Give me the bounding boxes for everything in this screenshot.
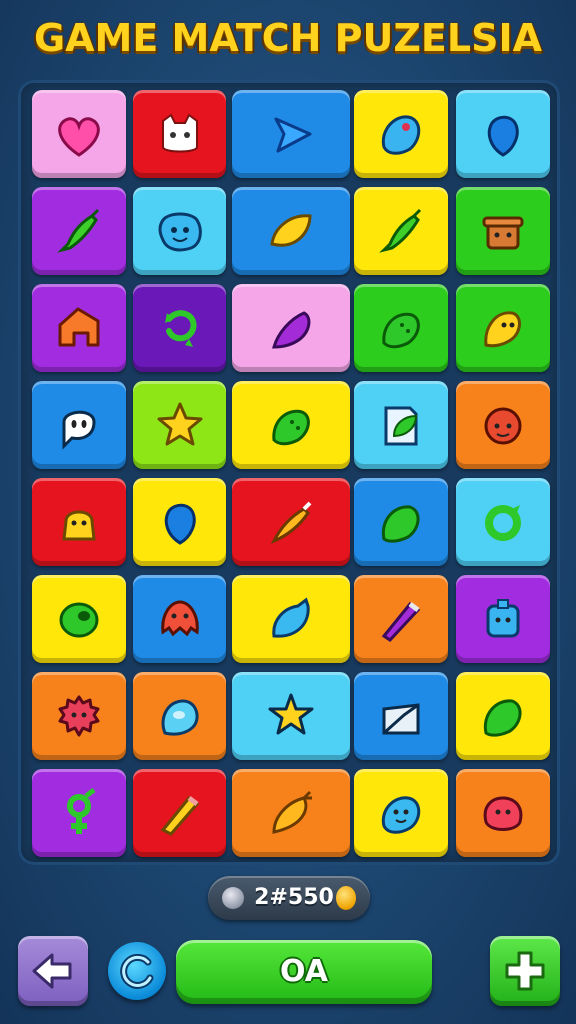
red-gear-icon <box>58 695 100 737</box>
smiley-blob-icon <box>158 212 202 252</box>
lemon-icon <box>270 214 312 247</box>
green-drop-icon <box>483 699 522 737</box>
blue-cube-icon <box>486 599 520 638</box>
yellow-bell-icon <box>62 510 96 541</box>
yellow-bird-icon <box>484 311 521 348</box>
score-display: 2#550 <box>208 876 370 920</box>
tile-r2-c3[interactable] <box>232 187 350 275</box>
tile-r1-c4[interactable] <box>354 90 448 178</box>
red-face-icon <box>484 407 522 445</box>
blue-bottle-icon <box>272 597 310 638</box>
tile-r4-c4[interactable] <box>354 381 448 469</box>
heart-icon <box>58 117 100 157</box>
carrot-icon <box>270 501 312 544</box>
tile-r8-c4[interactable] <box>354 769 448 857</box>
green-fish-icon <box>272 409 310 446</box>
tile-r7-c3[interactable] <box>232 672 350 760</box>
green-drop-icon <box>381 505 420 543</box>
pot-creature-icon <box>482 216 524 250</box>
tile-r2-c5[interactable] <box>456 187 550 275</box>
purple-crayon-icon <box>381 601 421 642</box>
tile-r6-c4[interactable] <box>354 575 448 663</box>
plus-icon <box>505 951 545 991</box>
tile-r6-c5[interactable] <box>456 575 550 663</box>
green-symbol-icon <box>67 788 96 834</box>
green-ring-icon <box>485 505 521 541</box>
tile-r7-c1[interactable] <box>32 672 126 760</box>
tile-r2-c2[interactable] <box>133 187 226 275</box>
tile-r3-c3[interactable] <box>232 284 350 372</box>
tile-r7-c5[interactable] <box>456 672 550 760</box>
green-pepper-icon <box>57 208 100 253</box>
purple-eggplant-icon <box>272 311 311 349</box>
blue-bubble-icon <box>161 699 199 736</box>
tile-r3-c5[interactable] <box>456 284 550 372</box>
green-fish-icon <box>382 312 420 349</box>
tile-r1-c1[interactable] <box>32 90 126 178</box>
cat-face-icon <box>161 113 198 153</box>
tile-r3-c1[interactable] <box>32 284 126 372</box>
tile-r3-c2[interactable] <box>133 284 226 372</box>
tile-r8-c5[interactable] <box>456 769 550 857</box>
yellow-star-icon <box>268 693 314 735</box>
tile-r2-c4[interactable] <box>354 187 448 275</box>
arrow-left-icon <box>32 953 72 989</box>
red-blob-icon <box>483 796 523 831</box>
game-board <box>18 80 560 865</box>
tile-r1-c2[interactable] <box>133 90 226 178</box>
blue-smiley-icon <box>381 796 421 834</box>
blue-drop-icon <box>164 503 196 545</box>
yellow-pencil-icon <box>160 795 199 836</box>
green-pepper-icon <box>379 208 422 253</box>
tile-r5-c3[interactable] <box>232 478 350 566</box>
blue-drop-icon <box>487 115 519 157</box>
game-title: GAME MATCH PUZELSIA <box>33 16 543 60</box>
tile-r7-c2[interactable] <box>133 672 226 760</box>
ghost-icon <box>62 410 96 450</box>
tile-r2-c1[interactable] <box>32 187 126 275</box>
tile-r1-c5[interactable] <box>456 90 550 178</box>
tile-r5-c2[interactable] <box>133 478 226 566</box>
tile-r5-c5[interactable] <box>456 478 550 566</box>
refresh-icon <box>120 953 154 989</box>
tile-r4-c2[interactable] <box>133 381 226 469</box>
leaf-card-icon <box>384 406 418 446</box>
green-bean-icon <box>59 602 99 638</box>
tile-r5-c1[interactable] <box>32 478 126 566</box>
tile-r4-c5[interactable] <box>456 381 550 469</box>
green-swirl-icon <box>164 310 197 347</box>
tile-r4-c1[interactable] <box>32 381 126 469</box>
blue-blob-icon <box>381 115 421 155</box>
back-button[interactable] <box>18 936 88 1006</box>
red-octopus-icon <box>160 600 199 637</box>
score-value: 2#550 <box>254 885 334 910</box>
add-button[interactable] <box>490 936 560 1006</box>
tile-r7-c4[interactable] <box>354 672 448 760</box>
orange-carrot-icon <box>272 790 312 834</box>
coin-icon <box>336 886 356 910</box>
triangle-arrow-icon <box>274 117 312 153</box>
tile-r6-c3[interactable] <box>232 575 350 663</box>
envelope-icon <box>382 703 420 735</box>
tile-r1-c3[interactable] <box>232 90 350 178</box>
tile-r8-c3[interactable] <box>232 769 350 857</box>
tile-r5-c4[interactable] <box>354 478 448 566</box>
gem-icon <box>222 887 244 909</box>
refresh-button[interactable] <box>108 942 166 1000</box>
tile-r4-c3[interactable] <box>232 381 350 469</box>
tile-r8-c2[interactable] <box>133 769 226 857</box>
house-creature-icon <box>58 307 100 347</box>
star-icon <box>157 402 202 446</box>
tile-r3-c4[interactable] <box>354 284 448 372</box>
tile-r6-c1[interactable] <box>32 575 126 663</box>
ok-button[interactable]: OA <box>176 940 432 1004</box>
tile-r6-c2[interactable] <box>133 575 226 663</box>
tile-r8-c1[interactable] <box>32 769 126 857</box>
